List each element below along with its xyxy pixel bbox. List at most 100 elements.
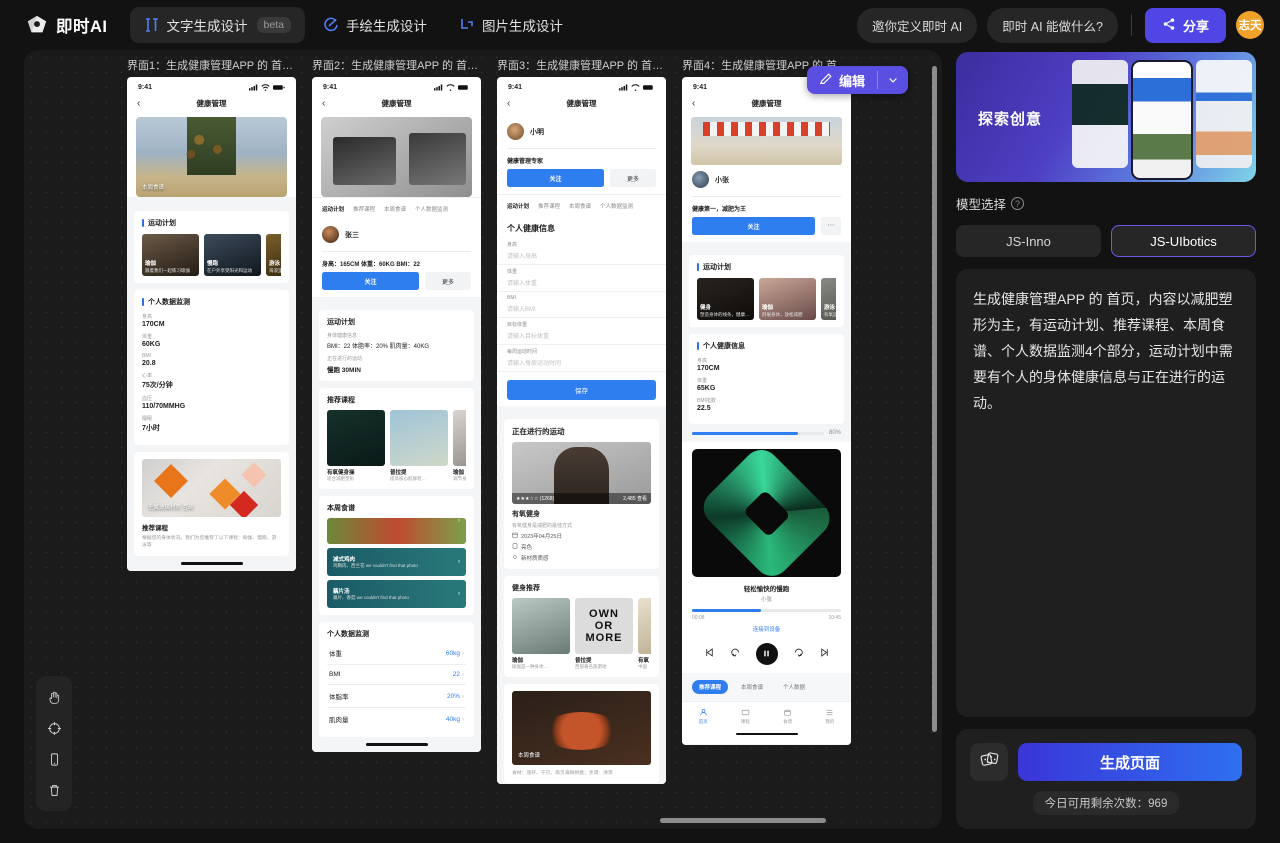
more-button[interactable]: 更多 <box>610 169 656 187</box>
phone-mockup-1[interactable]: 9:41 ‹ 健康管理 本周食谱 运动计划 瑜伽 跟着我们一起练习瑜伽 慢跑 在… <box>127 77 296 571</box>
capability-button[interactable]: 即时 AI 能做什么? <box>987 7 1118 43</box>
form-field-weight[interactable]: 体重 请输入体重 <box>497 265 666 292</box>
plan-card[interactable]: 瑜伽 跟着我们一起练习瑜伽 <box>142 234 199 276</box>
data-list-row[interactable]: BMI 22 › <box>327 665 466 685</box>
data-list-row[interactable]: 肌肉量 40kg › <box>327 708 466 730</box>
nav-item-image-to-design[interactable]: 图片生成设计 <box>445 7 577 43</box>
form-field-bmi[interactable]: BMI 请输入BMI <box>497 292 666 318</box>
edit-button-main[interactable]: 编辑 <box>807 71 877 90</box>
pause-button[interactable] <box>755 642 778 665</box>
plan-card[interactable]: 健身 塑造身体的线条，健康… <box>697 278 754 320</box>
forward-icon[interactable] <box>793 647 804 660</box>
food-row[interactable]: 减式鸡肉 鸡胸肉、西兰花 we couldn't find that photo… <box>327 548 466 576</box>
model-option-js-inno[interactable]: JS-Inno <box>956 225 1101 257</box>
nav-item-sketch-to-design[interactable]: 手绘生成设计 <box>309 7 441 43</box>
follow-button[interactable]: 关注 <box>507 169 604 187</box>
chevron-down-icon[interactable] <box>878 74 908 86</box>
tab-home[interactable]: 首页 <box>699 708 708 725</box>
trash-tool[interactable] <box>40 776 68 804</box>
calendar-icon <box>512 532 518 540</box>
model-option-js-uibotics[interactable]: JS-UIbotics <box>1111 225 1256 257</box>
nav-item-label: 手绘生成设计 <box>345 19 427 34</box>
form-field-weekly-time[interactable]: 每周运动时间 请输入每周运动时间 <box>497 345 666 372</box>
chip-row[interactable]: 推荐课程 本周食谱 个人数据 <box>682 672 851 701</box>
prompt-input[interactable]: 生成健康管理APP 的 首页，内容以减肥塑形为主，有运动计划、推荐课程、本周食谱… <box>956 269 1256 717</box>
phone-mockup-2[interactable]: 9:41 ‹ 健康管理 运动计划 推荐课程 本周食谱 个人数据监测 张三 身高：… <box>312 77 481 752</box>
food-row[interactable]: 藕片汤 藕片、香菇 we couldn't find that photo › <box>327 580 466 608</box>
nav-item-text-to-design[interactable]: 文字生成设计 beta <box>129 7 305 43</box>
frame-3[interactable]: 界面3：生成健康管理APP 的 首页… 9:41 ‹ 健康管理 小明 健康管理专… <box>497 50 666 784</box>
reco-cards[interactable]: 瑜伽 瑜伽是一种身体… OWN OR MORE 普拉提 西部著名旅游地 有氧 中… <box>512 598 651 670</box>
data-key: 体重 <box>329 651 342 658</box>
tab-item[interactable]: 运动计划 <box>507 202 529 210</box>
plan-card[interactable]: 游泳 有氧运 <box>821 278 836 320</box>
progress-track[interactable] <box>692 431 824 435</box>
plan-cards[interactable]: 瑜伽 跟着我们一起练习瑜伽 慢跑 在户外享受阳光和运动 游泳 海浪里 <box>142 234 281 276</box>
form-field-height[interactable]: 身高 请输入身高 <box>497 238 666 265</box>
tab-item[interactable]: 个人数据监测 <box>415 205 448 213</box>
plan-card[interactable]: 游泳 海浪里 <box>266 234 281 276</box>
question-mark-icon[interactable]: ? <box>1011 197 1025 210</box>
phone-mockup-3[interactable]: 9:41 ‹ 健康管理 小明 健康管理专家 关注 更多 运动计划 推荐课程 本周… <box>497 77 666 784</box>
design-canvas[interactable]: 编辑 界面1：生成健康管理APP 的 首页… 9:41 ‹ 健康管理 本周食谱 … <box>24 50 942 829</box>
phone-frame-tool[interactable] <box>40 745 68 773</box>
chip-item[interactable]: 推荐课程 <box>692 679 729 694</box>
tab-item[interactable]: 本周食谱 <box>384 205 406 213</box>
next-track-icon[interactable] <box>819 647 830 660</box>
reco-card[interactable]: 有氧 中国 <box>638 598 651 670</box>
share-button[interactable]: 分享 <box>1144 7 1226 43</box>
chip-item[interactable]: 个人数据 <box>776 680 812 694</box>
data-list-row[interactable]: 体重 60kg › <box>327 642 466 665</box>
plan-cards[interactable]: 健身 塑造身体的线条，健康… 瑜伽 舒展身体，放松减肥 游泳 有氧运 <box>697 278 836 320</box>
edit-button[interactable]: 编辑 <box>806 66 908 94</box>
frame-4[interactable]: 界面4：生成健康管理APP 的 首页… 9:41 ‹ 健康管理 小张 健康第一，… <box>682 50 851 745</box>
course-card[interactable]: 普拉提 提高核心肌群稳… <box>390 410 448 482</box>
avatar[interactable]: 志天 <box>1236 11 1264 39</box>
player-progress-track[interactable] <box>682 603 851 615</box>
tab-item[interactable]: 推荐课程 <box>538 202 560 210</box>
more-options-button[interactable]: ⋯ <box>821 217 841 235</box>
follow-button[interactable]: 关注 <box>692 217 815 235</box>
frame-1[interactable]: 界面1：生成健康管理APP 的 首页… 9:41 ‹ 健康管理 本周食谱 运动计… <box>127 50 296 571</box>
chip-item[interactable]: 本周食谱 <box>734 680 770 694</box>
divider <box>692 196 841 197</box>
plan-card[interactable]: 慢跑 在户外享受阳光和运动 <box>204 234 261 276</box>
invite-button[interactable]: 邀你定义即时 AI <box>856 7 978 43</box>
rewind-icon[interactable] <box>730 647 741 660</box>
tab-item[interactable]: 个人数据监测 <box>600 202 633 210</box>
tab-courses[interactable]: 课程 <box>741 708 750 725</box>
canvas-vertical-scrollbar[interactable] <box>932 66 937 732</box>
tab-recipes[interactable]: 食谱 <box>783 708 792 725</box>
dice-button[interactable] <box>970 743 1008 781</box>
brand[interactable]: 即时AI <box>26 13 108 37</box>
tab-item[interactable]: 推荐课程 <box>353 205 375 213</box>
tab-mine[interactable]: 我的 <box>825 708 834 725</box>
player-device-label[interactable]: 连接到设备 <box>682 625 851 633</box>
tabs-row[interactable]: 运动计划 推荐课程 本周食谱 个人数据监测 <box>312 197 481 220</box>
canvas-horizontal-scrollbar[interactable] <box>660 818 826 823</box>
data-list-row[interactable]: 体脂率 20% › <box>327 685 466 708</box>
course-card[interactable]: 瑜伽 调节身心，缓解 <box>453 410 466 482</box>
tab-label: 课程 <box>740 718 750 724</box>
reco-card[interactable]: 瑜伽 瑜伽是一种身体… <box>512 598 570 670</box>
course-card[interactable]: 有氧健身操 适合减肥塑形 <box>327 410 385 482</box>
previous-track-icon[interactable] <box>704 647 715 660</box>
more-button[interactable]: 更多 <box>425 272 471 290</box>
bottom-tab-bar[interactable]: 首页 课程 食谱 我的 <box>682 700 851 727</box>
plan-card[interactable]: 瑜伽 舒展身体，放松减肥 <box>759 278 816 320</box>
generate-button[interactable]: 生成页面 <box>1018 743 1242 781</box>
frame-2[interactable]: 界面2：生成健康管理APP 的 首页… 9:41 ‹ 健康管理 运动计划 推荐课… <box>312 50 481 752</box>
follow-button[interactable]: 关注 <box>322 272 419 290</box>
form-field-target-weight[interactable]: 目标体重 请输入目标体重 <box>497 318 666 345</box>
promo-banner[interactable]: 探索创意 <box>956 52 1256 182</box>
phone-mockup-4[interactable]: 9:41 ‹ 健康管理 小张 健康第一，减肥为王 关注 ⋯ 运动计划 健身 塑造… <box>682 77 851 745</box>
save-button[interactable]: 保存 <box>507 380 656 400</box>
tab-item[interactable]: 运动计划 <box>322 205 344 213</box>
reco-card[interactable]: OWN OR MORE 普拉提 西部著名旅游地 <box>575 598 633 670</box>
course-cards[interactable]: 有氧健身操 适合减肥塑形 普拉提 提高核心肌群稳… 瑜伽 调节身 <box>327 410 466 482</box>
crosshair-tool[interactable] <box>40 714 68 742</box>
tabs-row[interactable]: 运动计划 推荐课程 本周食谱 个人数据监测 <box>497 194 666 217</box>
food-banner[interactable]: › <box>327 518 466 544</box>
tab-item[interactable]: 本周食谱 <box>569 202 591 210</box>
hand-tool[interactable] <box>40 683 68 711</box>
